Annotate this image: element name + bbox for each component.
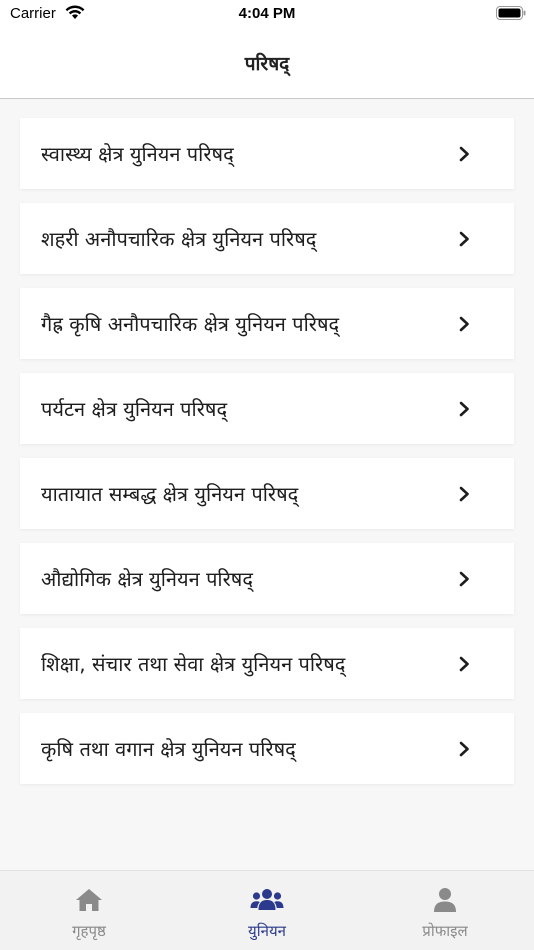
chevron-right-icon	[459, 316, 469, 332]
chevron-right-icon	[459, 146, 469, 162]
list-item-label: स्वास्थ्य क्षेत्र युनियन परिषद्	[41, 142, 234, 166]
status-time: 4:04 PM	[238, 5, 296, 22]
tab-label: गृहपृष्ठ	[72, 922, 106, 940]
tab-union[interactable]: युनियन	[178, 871, 356, 950]
tab-label: युनियन	[248, 922, 286, 940]
council-list: स्वास्थ्य क्षेत्र युनियन परिषद् शहरी अनौ…	[20, 118, 514, 798]
list-item-label: गैह्र कृषि अनौपचारिक क्षेत्र युनियन परिष…	[41, 312, 340, 336]
list-item-council-3[interactable]: गैह्र कृषि अनौपचारिक क्षेत्र युनियन परिष…	[20, 288, 514, 359]
user-icon	[434, 888, 456, 912]
users-icon	[250, 889, 284, 910]
list-item-council-5[interactable]: यातायात सम्बद्ध क्षेत्र युनियन परिषद्	[20, 458, 514, 529]
tab-bar: गृहपृष्ठ युनियन प्रोफाइल	[0, 870, 534, 950]
list-item-council-6[interactable]: औद्योगिक क्षेत्र युनियन परिषद्	[20, 543, 514, 614]
chevron-right-icon	[459, 741, 469, 757]
tab-profile[interactable]: प्रोफाइल	[356, 871, 534, 950]
screen: Carrier 4:04 PM परिषद् स्वास्थ्य क्षेत्र…	[0, 0, 534, 950]
list-item-label: शिक्षा, संचार तथा सेवा क्षेत्र युनियन पर…	[41, 652, 346, 676]
list-item-label: कृषि तथा वगान क्षेत्र युनियन परिषद्	[41, 737, 296, 761]
list-item-council-8[interactable]: कृषि तथा वगान क्षेत्र युनियन परिषद्	[20, 713, 514, 784]
list-item-label: शहरी अनौपचारिक क्षेत्र युनियन परिषद्	[41, 227, 317, 251]
list-item-council-7[interactable]: शिक्षा, संचार तथा सेवा क्षेत्र युनियन पर…	[20, 628, 514, 699]
chevron-right-icon	[459, 656, 469, 672]
list-item-label: यातायात सम्बद्ध क्षेत्र युनियन परिषद्	[41, 482, 299, 506]
list-item-label: पर्यटन क्षेत्र युनियन परिषद्	[41, 397, 228, 421]
list-item-council-1[interactable]: स्वास्थ्य क्षेत्र युनियन परिषद्	[20, 118, 514, 189]
navigation-bar: परिषद्	[0, 28, 534, 99]
page-title: परिषद्	[244, 53, 290, 75]
tab-home[interactable]: गृहपृष्ठ	[0, 871, 178, 950]
status-bar: Carrier 4:04 PM	[0, 0, 534, 28]
battery-icon	[496, 6, 526, 20]
chevron-right-icon	[459, 571, 469, 587]
chevron-right-icon	[459, 486, 469, 502]
list-item-council-2[interactable]: शहरी अनौपचारिक क्षेत्र युनियन परिषद्	[20, 203, 514, 274]
chevron-right-icon	[459, 231, 469, 247]
list-item-council-4[interactable]: पर्यटन क्षेत्र युनियन परिषद्	[20, 373, 514, 444]
list-item-label: औद्योगिक क्षेत्र युनियन परिषद्	[41, 567, 253, 591]
home-icon	[76, 889, 102, 911]
chevron-right-icon	[459, 401, 469, 417]
tab-label: प्रोफाइल	[422, 922, 468, 940]
